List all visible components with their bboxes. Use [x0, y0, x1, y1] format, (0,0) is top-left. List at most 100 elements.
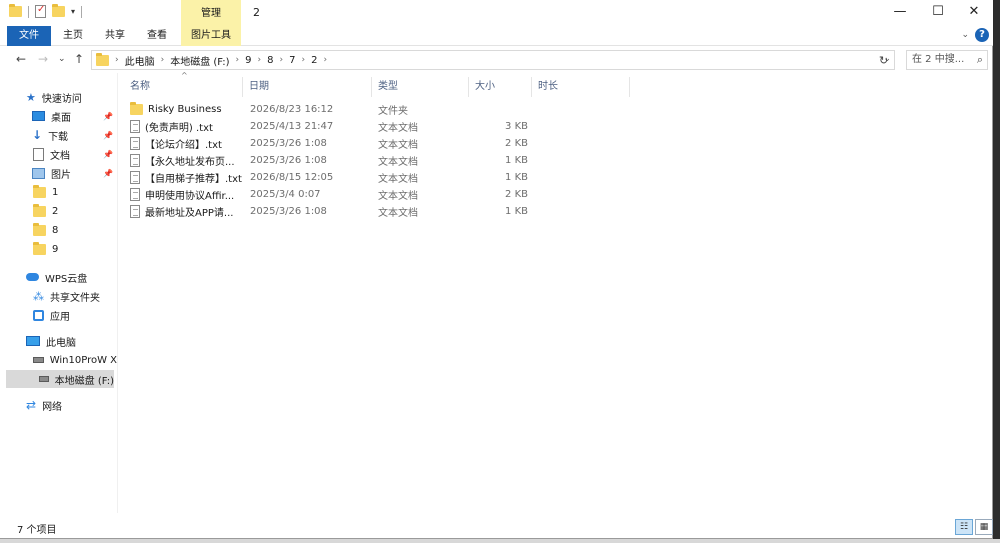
- sidebar-item-this-pc[interactable]: 此电脑: [0, 332, 117, 350]
- tab-view[interactable]: 查看: [140, 26, 174, 46]
- close-button[interactable]: ✕: [954, 0, 994, 26]
- column-header-date[interactable]: 日期: [243, 77, 372, 97]
- pane-divider[interactable]: [117, 73, 118, 513]
- sidebar-item-apps[interactable]: 应用: [0, 306, 117, 324]
- toolbar-divider: [81, 5, 83, 18]
- sidebar-item-label: 网络: [42, 401, 63, 413]
- file-row[interactable]: Risky Business 2026/8/23 16:12 文件夹: [124, 101, 534, 118]
- file-size: 1 KB: [505, 155, 528, 166]
- expand-ribbon-chevron-icon[interactable]: ⌄: [961, 30, 969, 40]
- folder-icon: [96, 52, 109, 66]
- file-date: 2025/3/26 1:08: [250, 155, 327, 166]
- file-type: 文本文档: [378, 191, 418, 202]
- breadcrumb-item[interactable]: 8: [267, 55, 273, 66]
- sidebar-item-label: 8: [52, 224, 59, 236]
- sidebar-item-drive[interactable]: Win10ProW X: [0, 351, 117, 369]
- sidebar-item-folder[interactable]: 1: [0, 183, 117, 201]
- file-date: 2025/4/13 21:47: [250, 121, 334, 132]
- tab-file[interactable]: 文件: [7, 26, 51, 46]
- file-type: 文件夹: [378, 106, 408, 117]
- manage-context-tab[interactable]: 管理: [181, 0, 241, 26]
- download-icon: ↓: [32, 128, 43, 142]
- breadcrumb-item[interactable]: 本地磁盘 (F:): [170, 53, 229, 68]
- breadcrumb-item[interactable]: 7: [289, 55, 295, 66]
- maximize-button[interactable]: ☐: [918, 0, 958, 26]
- file-row[interactable]: 【永久地址发布页... 2025/3/26 1:08 文本文档 1 KB: [124, 152, 534, 169]
- sidebar-item-network[interactable]: ⇄ 网络: [0, 396, 117, 414]
- drive-icon: [39, 376, 49, 382]
- sidebar-item-label: WPS云盘: [45, 273, 88, 285]
- column-header-duration[interactable]: 时长: [532, 77, 630, 97]
- share-icon: ⁂: [33, 289, 44, 303]
- folder-icon: [33, 203, 46, 217]
- file-type: 文本文档: [378, 123, 418, 134]
- breadcrumb-separator-icon[interactable]: ›: [280, 55, 284, 65]
- sidebar-item-folder[interactable]: 8: [0, 221, 117, 239]
- document-icon: [33, 147, 44, 161]
- breadcrumb-separator-icon[interactable]: ›: [258, 55, 262, 65]
- details-view-icon[interactable]: ☷: [955, 519, 973, 535]
- search-icon[interactable]: ⌕: [977, 51, 983, 69]
- sidebar-item-label: 应用: [50, 311, 70, 323]
- folder-icon: [33, 184, 46, 198]
- sidebar-item-label: 9: [52, 243, 59, 255]
- pictures-icon: [32, 167, 45, 179]
- address-bar[interactable]: › 此电脑 › 本地磁盘 (F:) › 9 › 8 › 7 › 2 › ⌄: [91, 50, 895, 70]
- new-folder-icon[interactable]: [52, 4, 65, 17]
- breadcrumb-separator-icon[interactable]: ›: [115, 55, 119, 65]
- file-row[interactable]: 【自用梯子推荐】.txt 2026/8/15 12:05 文本文档 1 KB: [124, 169, 534, 186]
- column-header-size[interactable]: 大小: [469, 77, 532, 97]
- file-name: Risky Business: [148, 104, 222, 115]
- file-size: 3 KB: [505, 121, 528, 132]
- forward-arrow-icon[interactable]: →: [38, 52, 48, 66]
- recent-locations-icon[interactable]: ⌄: [58, 54, 66, 64]
- properties-icon[interactable]: [35, 4, 46, 18]
- file-type: 文本文档: [378, 208, 418, 219]
- back-arrow-icon[interactable]: ←: [16, 52, 26, 66]
- network-icon: ⇄: [26, 398, 37, 412]
- folder-icon: [33, 241, 46, 255]
- customize-toolbar-dropdown-icon[interactable]: ▾: [71, 7, 75, 16]
- breadcrumb-separator-icon[interactable]: ›: [302, 55, 306, 65]
- file-date: 2025/3/4 0:07: [250, 189, 321, 200]
- folder-icon[interactable]: [9, 4, 22, 17]
- sidebar-item-desktop[interactable]: 桌面 📌: [0, 107, 117, 125]
- sidebar-item-drive-f[interactable]: 本地磁盘 (F:): [6, 370, 114, 388]
- minimize-button[interactable]: —: [880, 0, 920, 26]
- search-input[interactable]: 在 2 中搜... ⌕: [906, 50, 988, 70]
- tab-picture-tools[interactable]: 图片工具: [181, 26, 241, 46]
- column-header-name[interactable]: 名称: [124, 77, 243, 97]
- sidebar-item-downloads[interactable]: ↓ 下载 📌: [0, 126, 117, 144]
- file-row[interactable]: 【论坛介绍】.txt 2025/3/26 1:08 文本文档 2 KB: [124, 135, 534, 152]
- help-icon[interactable]: ?: [975, 28, 989, 42]
- sidebar-item-pictures[interactable]: 图片 📌: [0, 164, 117, 182]
- sidebar-item-folder[interactable]: 9: [0, 240, 117, 258]
- breadcrumb-separator-icon[interactable]: ›: [161, 55, 165, 65]
- tab-home[interactable]: 主页: [56, 26, 90, 46]
- file-row[interactable]: 最新地址及APP请... 2025/3/26 1:08 文本文档 1 KB: [124, 203, 534, 220]
- refresh-icon[interactable]: ↻: [879, 54, 888, 67]
- up-arrow-icon[interactable]: ↑: [74, 52, 84, 66]
- breadcrumb-separator-icon[interactable]: ›: [323, 55, 327, 65]
- text-file-icon: [130, 171, 140, 184]
- file-row[interactable]: 申明使用协议Affir... 2025/3/4 0:07 文本文档 2 KB: [124, 186, 534, 203]
- status-bar: 7 个项目 ☷ ▦: [0, 517, 993, 537]
- large-icons-view-icon[interactable]: ▦: [975, 519, 993, 535]
- file-row[interactable]: (免责声明) .txt 2025/4/13 21:47 文本文档 3 KB: [124, 118, 534, 135]
- breadcrumb-separator-icon[interactable]: ›: [236, 55, 240, 65]
- sidebar-item-folder[interactable]: 2: [0, 202, 117, 220]
- file-type: 文本文档: [378, 157, 418, 168]
- breadcrumb-item[interactable]: 此电脑: [125, 53, 155, 68]
- sidebar-item-label: 此电脑: [46, 337, 76, 349]
- column-header-type[interactable]: 类型: [372, 77, 469, 97]
- sidebar-item-shared-folder[interactable]: ⁂ 共享文件夹: [0, 287, 117, 305]
- pin-icon: 📌: [103, 149, 113, 159]
- breadcrumb-item[interactable]: 9: [245, 55, 251, 66]
- sidebar-item-quick-access[interactable]: ★ 快速访问: [0, 88, 117, 106]
- navigation-pane: ★ 快速访问 桌面 📌 ↓ 下载 📌 文档 📌 图片 📌 1 2 8 9 WPS…: [0, 80, 117, 510]
- pin-icon: 📌: [103, 130, 113, 140]
- sidebar-item-documents[interactable]: 文档 📌: [0, 145, 117, 163]
- breadcrumb-item[interactable]: 2: [311, 55, 317, 66]
- tab-share[interactable]: 共享: [98, 26, 132, 46]
- sidebar-item-wps-cloud[interactable]: WPS云盘: [0, 268, 117, 286]
